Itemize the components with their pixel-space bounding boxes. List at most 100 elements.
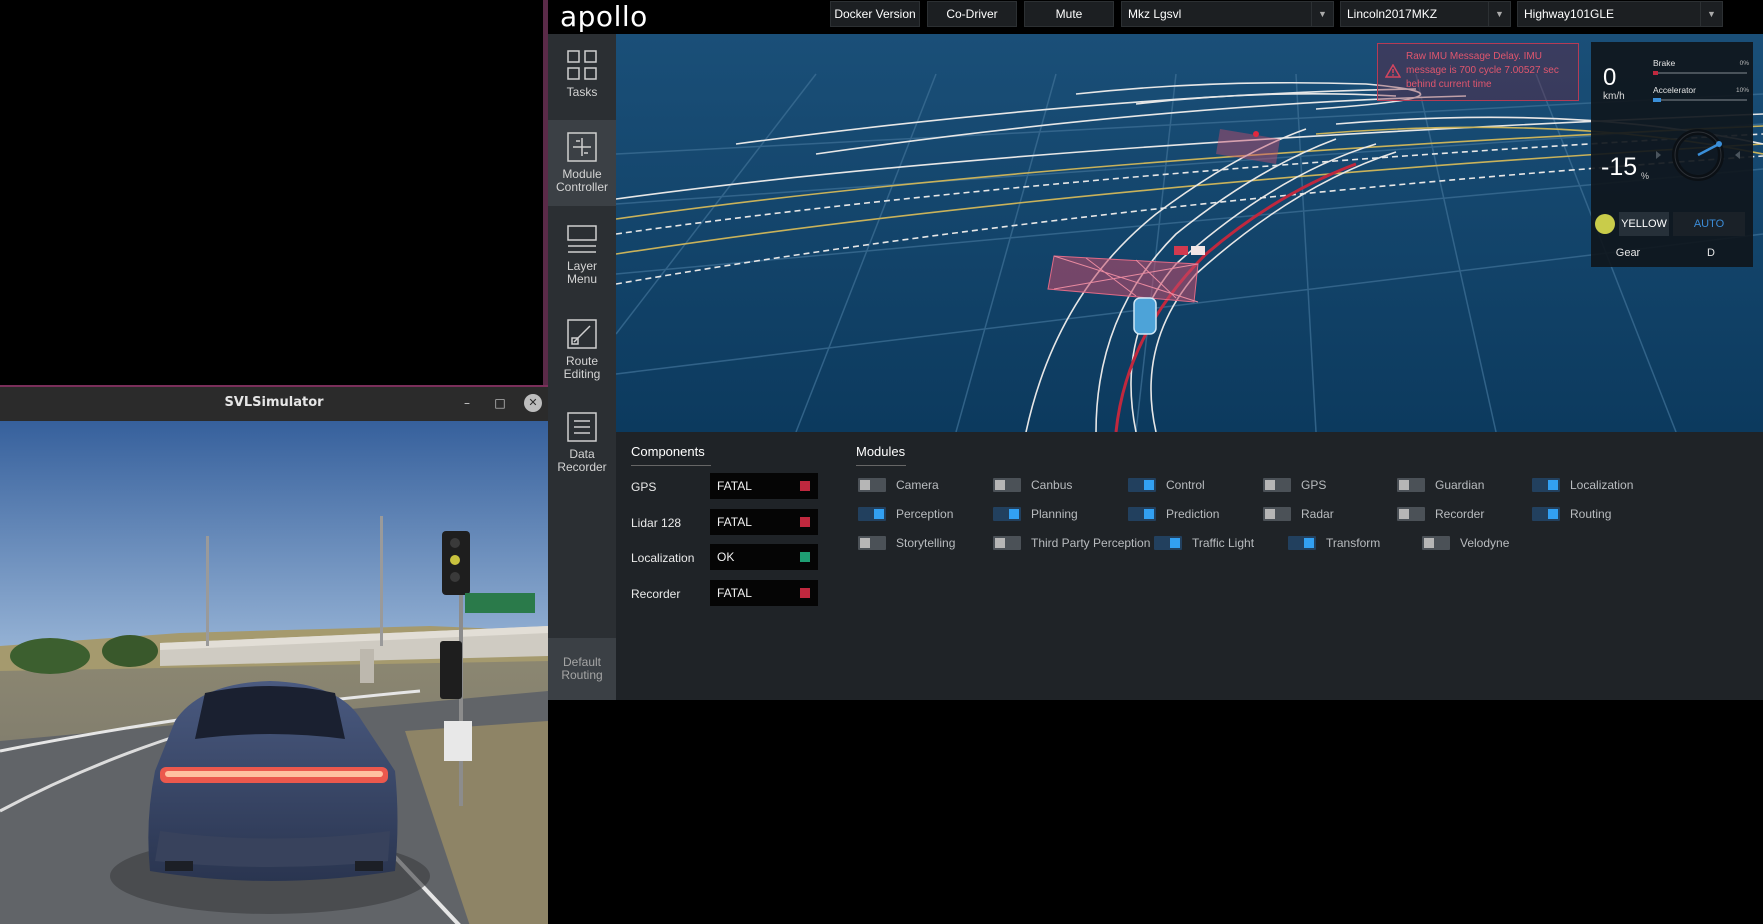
traffic-light-indicator (1595, 214, 1615, 234)
modules-title: Modules (856, 444, 906, 466)
simulator-camera-view[interactable] (0, 421, 548, 924)
module-controller-icon (567, 132, 597, 162)
status-text: FATAL (717, 479, 752, 493)
default-routing-label: Routing (561, 668, 603, 682)
tasks-grid-icon (567, 50, 597, 80)
docker-version-button[interactable]: Docker Version (830, 1, 920, 27)
maximize-icon[interactable]: □ (491, 394, 509, 412)
module-label: Transform (1326, 536, 1381, 550)
toggle-switch[interactable] (1532, 507, 1560, 521)
alert-message: Raw IMU Message Delay. IMU message is 70… (1406, 51, 1559, 90)
module-controller-panel: Components GPS FATAL Lidar 128 FATAL Loc… (616, 432, 1763, 700)
module-label: Traffic Light (1192, 536, 1255, 550)
chevron-down-icon: ▼ (1311, 2, 1333, 26)
toggle-switch[interactable] (1263, 478, 1291, 492)
toggle-switch[interactable] (858, 507, 886, 521)
mute-button[interactable]: Mute (1024, 1, 1114, 27)
map-select-value: Highway101GLE (1524, 7, 1615, 21)
drive-mode-status: AUTO (1673, 212, 1745, 236)
status-indicator-icon (800, 517, 810, 527)
apollo-sidebar: Tasks Module Controller Layer Menu Route… (548, 34, 616, 700)
component-name: Lidar 128 (631, 516, 682, 530)
status-text: FATAL (717, 586, 752, 600)
toggle-switch[interactable] (858, 536, 886, 550)
brake-bar-fill (1653, 71, 1658, 75)
module-label: Control (1166, 478, 1205, 492)
accelerator-label: Accelerator (1653, 85, 1696, 95)
close-icon[interactable]: ✕ (524, 394, 542, 412)
accelerator-bar (1653, 98, 1747, 102)
imu-delay-alert: Raw IMU Message Delay. IMU message is 70… (1377, 43, 1579, 101)
gear-value: D (1707, 247, 1715, 259)
brake-percent: 0% (1739, 60, 1749, 67)
layer-menu-icon (567, 225, 597, 253)
status-indicator-icon (800, 552, 810, 562)
gear-label: Gear (1615, 247, 1641, 259)
default-routing-button[interactable]: Default Routing (548, 638, 616, 700)
module-label: Third Party Perception (1031, 536, 1151, 550)
co-driver-button[interactable]: Co-Driver (927, 1, 1017, 27)
sidebar-item-label: Tasks (566, 85, 598, 99)
component-name: GPS (631, 480, 657, 494)
component-name: Localization (631, 551, 695, 565)
steering-value: -15 (1601, 153, 1638, 181)
desktop: SVLSimulator – □ ✕ apollo Docker Version… (0, 0, 1763, 924)
module-label: Recorder (1435, 507, 1485, 521)
component-status: FATAL (710, 473, 818, 499)
component-status: FATAL (710, 509, 818, 535)
map-select[interactable]: Highway101GLE ▼ (1517, 1, 1723, 27)
svl-titlebar[interactable]: SVLSimulator – □ ✕ (0, 387, 548, 421)
module-label: Planning (1031, 507, 1078, 521)
module-label: Storytelling (896, 536, 956, 550)
sidebar-item-data-recorder[interactable]: Data Recorder (548, 412, 616, 492)
svl-simulator-window: SVLSimulator – □ ✕ (0, 385, 548, 924)
module-label: Canbus (1031, 478, 1073, 492)
brake-label: Brake (1653, 58, 1676, 68)
chevron-down-icon: ▼ (1488, 2, 1510, 26)
vehicle-select[interactable]: Lincoln2017MKZ ▼ (1340, 1, 1511, 27)
mode-select-value: Mkz Lgsvl (1128, 7, 1182, 21)
toggle-switch[interactable] (1532, 478, 1560, 492)
toggle-switch[interactable] (1154, 536, 1182, 550)
component-name: Recorder (631, 587, 681, 601)
toggle-switch[interactable] (1422, 536, 1450, 550)
toggle-switch[interactable] (1397, 507, 1425, 521)
toggle-switch[interactable] (858, 478, 886, 492)
toggle-switch[interactable] (1263, 507, 1291, 521)
vehicle-dashboard: 0 km/h Brake 0% Accelerator 10% -15 % YE… (1591, 42, 1753, 267)
module-label: Localization (1570, 478, 1634, 492)
module-label: Routing (1570, 507, 1612, 521)
toggle-switch[interactable] (993, 507, 1021, 521)
toggle-switch[interactable] (993, 536, 1021, 550)
components-title: Components (631, 444, 711, 466)
sidebar-item-label: Recorder (557, 460, 607, 474)
toggle-switch[interactable] (1288, 536, 1316, 550)
module-label: Guardian (1435, 478, 1485, 492)
component-status: FATAL (710, 580, 818, 606)
module-label: Velodyne (1460, 536, 1510, 550)
simulator-scene-graphic (0, 421, 548, 924)
sidebar-item-label: Controller (555, 180, 609, 194)
chevron-down-icon: ▼ (1700, 2, 1722, 26)
module-label: Camera (896, 478, 939, 492)
sidebar-item-layer-menu[interactable]: Layer Menu (548, 224, 616, 304)
status-indicator-icon (800, 588, 810, 598)
toggle-switch[interactable] (1128, 507, 1156, 521)
warning-icon (1385, 64, 1401, 78)
status-indicator-icon (800, 481, 810, 491)
toggle-switch[interactable] (993, 478, 1021, 492)
data-recorder-icon (567, 412, 597, 442)
sidebar-item-tasks[interactable]: Tasks (548, 50, 616, 130)
sidebar-item-module-controller[interactable]: Module Controller (548, 120, 616, 206)
mode-select[interactable]: Mkz Lgsvl ▼ (1121, 1, 1334, 27)
minimize-icon[interactable]: – (458, 394, 476, 412)
sidebar-item-route-editing[interactable]: Route Editing (548, 319, 616, 399)
toggle-switch[interactable] (1128, 478, 1156, 492)
speed-value: 0 (1603, 64, 1617, 91)
apollo-header: apollo Docker Version Co-Driver Mute Mkz… (548, 0, 1763, 34)
toggle-switch[interactable] (1397, 478, 1425, 492)
traffic-light-status: YELLOW (1619, 212, 1669, 236)
route-editing-icon (567, 319, 597, 349)
vehicle-select-value: Lincoln2017MKZ (1347, 7, 1438, 21)
module-label: Perception (896, 507, 954, 521)
